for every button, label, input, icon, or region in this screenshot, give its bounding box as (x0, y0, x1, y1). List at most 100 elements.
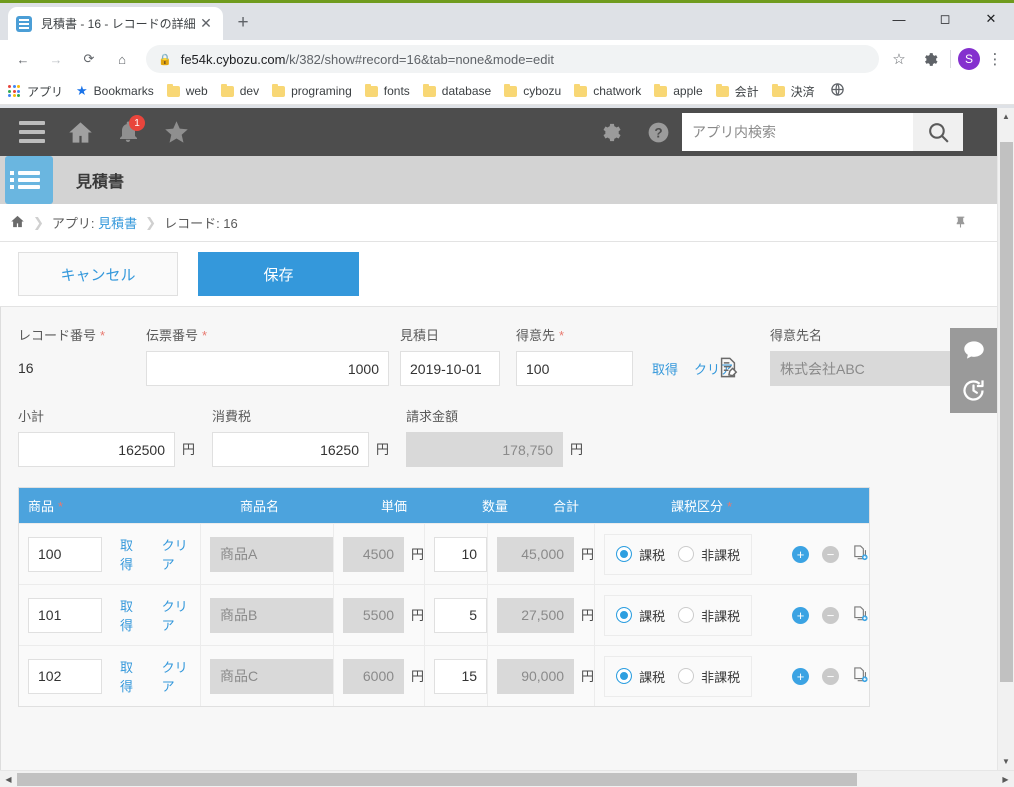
back-icon[interactable]: ← (8, 44, 38, 74)
star-icon[interactable] (152, 108, 200, 156)
qty-input[interactable] (434, 658, 488, 694)
search-input[interactable] (682, 113, 913, 151)
scroll-right-arrow-icon[interactable]: ▶ (997, 775, 1014, 784)
row-clear-link[interactable]: クリア (162, 657, 200, 695)
column-header-product: 商品 * (19, 496, 231, 515)
folder-icon (272, 83, 286, 97)
row-total-input (497, 536, 575, 572)
add-row-button[interactable]: + (792, 667, 809, 685)
product-code-input[interactable] (28, 536, 102, 572)
horizontal-scroll-thumb[interactable] (17, 772, 857, 786)
new-tab-button[interactable]: + (229, 9, 257, 37)
radio-nontaxable[interactable]: 非課税 (678, 606, 740, 625)
customer-code-input[interactable] (516, 351, 633, 386)
column-header-product-name: 商品名 (240, 499, 280, 514)
page-vertical-scrollbar[interactable]: ▲ ▼ (997, 108, 1014, 770)
globe-icon[interactable] (830, 82, 845, 100)
scroll-down-arrow-icon[interactable]: ▼ (998, 753, 1014, 770)
tab-close-icon[interactable]: ✕ (197, 15, 215, 33)
qty-input[interactable] (434, 536, 488, 572)
row-fetch-link[interactable]: 取得 (120, 596, 146, 634)
tax-input[interactable] (212, 432, 369, 467)
bookmark-item-programing[interactable]: programing (272, 83, 352, 98)
app-title-bar: 見積書 (0, 156, 997, 204)
bookmark-item-apps[interactable]: アプリ (8, 83, 63, 100)
breadcrumb-app-link[interactable]: 見積書 (98, 216, 137, 231)
bookmark-label: programing (291, 84, 352, 98)
bookmark-item-database[interactable]: database (422, 83, 491, 98)
row-fetch-link[interactable]: 取得 (120, 657, 146, 695)
folder-icon (654, 83, 668, 97)
hamburger-icon[interactable] (8, 108, 56, 156)
bookmark-item-bookmarks[interactable]: ★ Bookmarks (76, 83, 154, 99)
add-row-button[interactable]: + (792, 545, 809, 563)
pin-icon[interactable] (954, 214, 967, 232)
comment-icon[interactable] (961, 337, 987, 363)
cell-tax-class: 課税 非課税 (594, 524, 771, 584)
radio-taxable[interactable]: 課税 (616, 606, 665, 625)
cell-product: 取得 クリア (19, 646, 200, 706)
customer-fetch-link[interactable]: 取得 (652, 359, 678, 378)
window-close-button[interactable]: ✕ (968, 3, 1014, 35)
save-button[interactable]: 保存 (198, 252, 359, 296)
slip-number-input[interactable] (146, 351, 389, 386)
radio-taxable[interactable]: 課税 (616, 545, 665, 564)
field-customer-name: 得意先名 (770, 325, 962, 386)
remove-row-button[interactable]: − (822, 545, 839, 563)
home-icon[interactable] (10, 214, 25, 232)
copy-row-icon[interactable] (852, 666, 869, 687)
reload-icon[interactable]: ⟳ (74, 44, 104, 74)
search-icon[interactable] (913, 113, 963, 151)
qty-input[interactable] (434, 597, 488, 633)
extension-gear-icon[interactable] (915, 45, 943, 73)
bookmark-item-dev[interactable]: dev (220, 83, 259, 98)
scroll-left-arrow-icon[interactable]: ◀ (0, 775, 17, 784)
bookmark-item-kaikei[interactable]: 会計 (715, 83, 759, 100)
bookmark-item-apple[interactable]: apple (654, 83, 703, 98)
home-icon[interactable] (56, 108, 104, 156)
forward-icon[interactable]: → (41, 44, 71, 74)
bookmark-item-chatwork[interactable]: chatwork (574, 83, 641, 98)
radio-nontaxable[interactable]: 非課税 (678, 545, 740, 564)
folder-icon (715, 83, 729, 97)
quote-date-input[interactable] (400, 351, 500, 386)
lookup-icon[interactable] (717, 355, 739, 382)
page-horizontal-scrollbar[interactable]: ◀ ▶ (0, 770, 1014, 787)
row-fetch-link[interactable]: 取得 (120, 535, 146, 573)
scroll-up-arrow-icon[interactable]: ▲ (998, 108, 1014, 125)
profile-avatar[interactable]: S (958, 48, 980, 70)
cancel-button[interactable]: キャンセル (18, 252, 178, 296)
add-row-button[interactable]: + (792, 606, 809, 624)
history-icon[interactable] (960, 377, 987, 404)
help-icon[interactable]: ? (634, 108, 682, 156)
remove-row-button[interactable]: − (822, 606, 839, 624)
bookmark-item-cybozu[interactable]: cybozu (504, 83, 561, 98)
copy-row-icon[interactable] (852, 605, 869, 626)
copy-row-icon[interactable] (852, 544, 869, 565)
product-code-input[interactable] (28, 597, 102, 633)
product-code-input[interactable] (28, 658, 102, 694)
bookmark-item-web[interactable]: web (166, 83, 208, 98)
bookmark-star-icon[interactable]: ☆ (885, 45, 913, 73)
browser-tab[interactable]: 見積書 - 16 - レコードの詳細 ✕ (8, 7, 223, 40)
row-clear-link[interactable]: クリア (162, 596, 200, 634)
bookmark-item-fonts[interactable]: fonts (364, 83, 410, 98)
bell-badge: 1 (129, 115, 145, 131)
radio-nontaxable[interactable]: 非課税 (678, 667, 740, 686)
remove-row-button[interactable]: − (822, 667, 839, 685)
field-label: 伝票番号 * (146, 325, 400, 343)
row-clear-link[interactable]: クリア (162, 535, 200, 573)
window-maximize-button[interactable]: ◻ (922, 3, 968, 35)
subtotal-input[interactable] (18, 432, 175, 467)
radio-taxable[interactable]: 課税 (616, 667, 665, 686)
column-header-qty: 数量 (482, 499, 509, 514)
bookmark-item-kessai[interactable]: 決済 (771, 83, 815, 100)
gear-icon[interactable] (586, 108, 634, 156)
home-icon[interactable]: ⌂ (107, 44, 137, 74)
cell-total: 円 (487, 646, 594, 706)
address-bar[interactable]: 🔒 fe54k.cybozu.com /k/382/show#record=16… (146, 45, 879, 73)
window-minimize-button[interactable]: — (876, 3, 922, 35)
bell-icon[interactable]: 1 (104, 108, 152, 156)
vertical-scroll-thumb[interactable] (1000, 142, 1013, 682)
browser-menu-icon[interactable]: ⋮ (984, 50, 1006, 68)
